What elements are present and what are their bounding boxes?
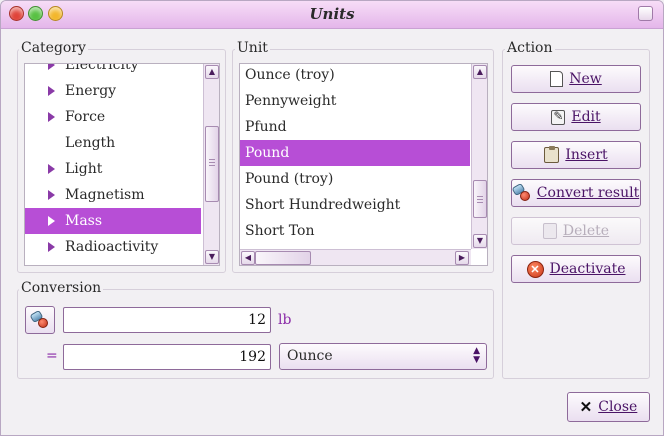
unit-item[interactable]: Pfund	[240, 114, 470, 140]
category-item[interactable]: Energy	[25, 78, 201, 104]
unit-item-label: Pound	[245, 145, 290, 161]
result-value-field[interactable]: 192	[63, 344, 271, 370]
scroll-down-icon[interactable]: ▼	[473, 234, 487, 248]
category-label: Category	[19, 40, 88, 56]
unit-label: Unit	[235, 40, 270, 56]
unit-item-label: Short Ton	[245, 223, 315, 239]
category-item-label: Force	[65, 109, 106, 125]
scroll-thumb[interactable]	[473, 180, 487, 218]
delete-button[interactable]: Delete	[511, 217, 641, 245]
scroll-up-icon[interactable]: ▲	[473, 65, 487, 79]
target-unit-select[interactable]: Ounce ▲ ▼	[279, 343, 487, 370]
unit-item[interactable]: Short Ton	[240, 218, 470, 244]
close-icon: ✕	[579, 398, 593, 416]
close-button[interactable]: ✕ Close	[567, 392, 650, 422]
category-item[interactable]: Mass	[25, 208, 201, 234]
unit-scrollbar[interactable]: ▲ ▼	[471, 64, 487, 249]
convert-icon	[511, 182, 531, 202]
category-item-label: Electricity	[65, 63, 139, 73]
title-bar: Units	[1, 1, 663, 29]
action-group	[502, 49, 650, 379]
unit-item-label: Ounce (troy)	[245, 67, 335, 83]
units-window: Units Category Electricity Energy Force Len…	[0, 0, 664, 436]
unit-item-label: Pound (troy)	[245, 171, 334, 187]
new-document-icon	[550, 71, 564, 87]
input-value-field[interactable]: 12	[63, 307, 271, 333]
unit-item[interactable]: Pound	[240, 140, 470, 166]
category-item-label: Light	[65, 161, 103, 177]
category-item-label: Magnetism	[65, 187, 145, 203]
expand-arrow-icon[interactable]	[48, 86, 55, 96]
chevron-updown-icon: ▲ ▼	[473, 346, 480, 365]
scroll-right-icon[interactable]: ▶	[455, 251, 469, 265]
category-item-label: Mass	[65, 213, 103, 229]
expand-arrow-icon[interactable]	[48, 190, 55, 200]
scroll-down-icon[interactable]: ▼	[205, 250, 219, 264]
delete-button-label: Delete	[562, 223, 610, 239]
category-item-label: Length	[65, 135, 116, 151]
window-menu-icon[interactable]	[638, 6, 653, 21]
clipboard-icon	[544, 146, 560, 163]
scroll-thumb[interactable]	[205, 126, 219, 202]
unit-hscrollbar[interactable]: ◀ ▶	[240, 249, 471, 265]
deactivate-button[interactable]: ✕ Deactivate	[511, 255, 641, 283]
close-button-label: Close	[598, 399, 638, 415]
expand-arrow-icon[interactable]	[48, 242, 55, 252]
category-item[interactable]: Length	[25, 130, 201, 156]
expand-arrow-icon[interactable]	[48, 64, 55, 70]
action-label: Action	[505, 40, 555, 56]
conversion-label: Conversion	[19, 280, 104, 296]
category-scrollbar[interactable]: ▲ ▼	[203, 64, 219, 265]
new-button[interactable]: New	[511, 65, 641, 93]
category-item[interactable]: Electricity	[25, 63, 201, 78]
deactivate-icon: ✕	[526, 260, 544, 278]
convert-button-label: Convert result	[536, 185, 640, 201]
convert-result-button[interactable]: Convert result	[511, 179, 641, 207]
edit-button[interactable]: Edit	[511, 103, 641, 131]
category-item[interactable]: Magnetism	[25, 182, 201, 208]
unit-item[interactable]: Pennyweight	[240, 88, 470, 114]
edit-icon	[551, 109, 566, 125]
category-item[interactable]: Light	[25, 156, 201, 182]
unit-item-label: Pfund	[245, 119, 287, 135]
convert-icon	[29, 309, 49, 329]
category-item-label: Radioactivity	[65, 239, 159, 255]
deactivate-button-label: Deactivate	[549, 261, 626, 277]
target-unit-value: Ounce	[287, 348, 333, 364]
category-item[interactable]: Radioactivity	[25, 234, 201, 260]
window-title: Units	[309, 5, 355, 23]
edit-button-label: Edit	[571, 109, 601, 125]
expand-arrow-icon[interactable]	[48, 164, 55, 174]
swap-convert-button[interactable]	[25, 306, 55, 334]
scroll-up-icon[interactable]: ▲	[205, 65, 219, 79]
unit-item-label: Pennyweight	[245, 93, 337, 109]
unit-list[interactable]: Ounce (troy) Pennyweight Pfund Pound Pound (…	[239, 63, 488, 266]
category-item-label: Energy	[65, 83, 117, 99]
category-list[interactable]: Electricity Energy Force Length Light Magneti…	[24, 63, 220, 266]
category-item[interactable]: Force	[25, 104, 201, 130]
insert-button[interactable]: Insert	[511, 141, 641, 169]
insert-button-label: Insert	[565, 147, 608, 163]
unit-item[interactable]: Ounce (troy)	[240, 64, 470, 88]
input-unit-label: lb	[278, 312, 292, 328]
expand-arrow-icon[interactable]	[48, 216, 55, 226]
equals-label: =	[46, 348, 58, 364]
trash-icon	[542, 223, 557, 239]
scroll-left-icon[interactable]: ◀	[241, 251, 255, 265]
expand-arrow-icon[interactable]	[48, 112, 55, 122]
unit-item[interactable]: Pound (troy)	[240, 166, 470, 192]
new-button-label: New	[569, 71, 602, 87]
scroll-thumb[interactable]	[255, 251, 311, 265]
unit-item[interactable]: Short Hundredweight	[240, 192, 470, 218]
unit-item-label: Short Hundredweight	[245, 197, 401, 213]
